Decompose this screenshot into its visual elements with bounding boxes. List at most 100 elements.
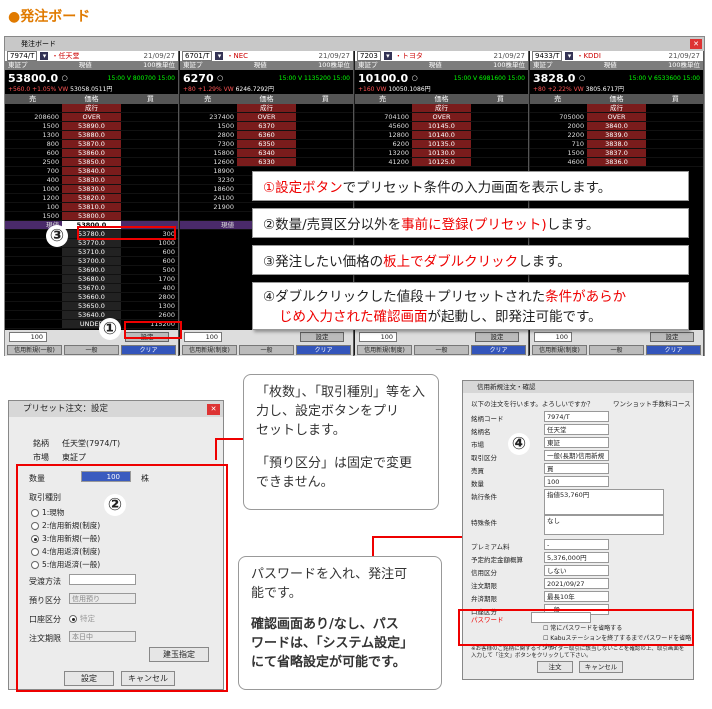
step-3-marker: ③ — [46, 225, 68, 247]
board-row[interactable]: 2800 6360 — [180, 131, 353, 140]
board-row[interactable]: 53670.0 400 — [5, 284, 178, 293]
board-row[interactable]: 1500 6370 — [180, 122, 353, 131]
price-suffix: ○ — [578, 74, 586, 82]
dialog-titlebar: プリセット注文：設定 ✕ — [9, 401, 223, 417]
board-row[interactable]: 1000 53830.0 — [5, 185, 178, 194]
chevron-down-icon[interactable]: ▾ — [215, 52, 224, 60]
field-value: 2021/09/27 — [544, 578, 609, 589]
board-row[interactable]: 成行 — [530, 104, 703, 113]
account-type-button[interactable]: 一般 — [589, 345, 644, 355]
row-special: 特殊条件 なし — [471, 515, 683, 535]
board-row[interactable]: 1500 53890.0 — [5, 122, 178, 131]
close-icon[interactable]: ✕ — [207, 404, 220, 415]
board-row[interactable]: 53770.0 1000 — [5, 239, 178, 248]
note-line: 「枚数」、「取引種別」等を入 — [256, 385, 426, 400]
board-row[interactable]: 41200 10125.0 — [355, 158, 528, 167]
code-field[interactable]: 6701/T — [182, 51, 213, 61]
chevron-down-icon[interactable]: ▾ — [565, 52, 574, 60]
chevron-down-icon[interactable]: ▾ — [40, 52, 49, 60]
clear-button[interactable]: クリア — [121, 345, 176, 355]
connector-line — [215, 438, 217, 460]
trade-type-button[interactable]: 信用新規(制度) — [182, 345, 237, 355]
unit: 100株単位 — [143, 61, 175, 69]
board-row[interactable]: 1300 53880.0 — [5, 131, 178, 140]
panel-header: 7203 ▾ ・トヨタ 21/09/27 — [355, 51, 528, 61]
label-code: 銘柄 — [33, 439, 49, 448]
board-row[interactable]: 15800 6340 — [180, 149, 353, 158]
market: 東証プ — [8, 61, 28, 69]
board-row[interactable]: 6200 10135.0 — [355, 140, 528, 149]
board-row[interactable]: 53700.0 600 — [5, 257, 178, 266]
confirm-row: 銘柄コード 7974/T — [471, 411, 683, 424]
clear-button[interactable]: クリア — [296, 345, 351, 355]
chevron-down-icon[interactable]: ▾ — [383, 52, 392, 60]
board-row[interactable]: 237400 OVER — [180, 113, 353, 122]
board-row[interactable]: 208600 OVER — [5, 113, 178, 122]
board-row[interactable]: 705000 OVER — [530, 113, 703, 122]
clear-button[interactable]: クリア — [646, 345, 701, 355]
highlight-password-area — [458, 609, 694, 646]
board-row[interactable]: 13200 10130.0 — [355, 149, 528, 158]
board-row[interactable]: 53660.0 2800 — [5, 293, 178, 302]
board-row[interactable]: 53710.0 600 — [5, 248, 178, 257]
panel-header: 7974/T ▾ ・任天堂 21/09/27 — [5, 51, 178, 61]
board-row[interactable]: 4600 3836.0 — [530, 158, 703, 167]
trade-type-button[interactable]: 信用新規(一般) — [7, 345, 62, 355]
account-type-button[interactable]: 一般 — [414, 345, 469, 355]
board-row[interactable]: 成行 — [5, 104, 178, 113]
settings-button[interactable]: 設定 — [475, 332, 519, 342]
board-row[interactable]: 600 53860.0 — [5, 149, 178, 158]
clear-button[interactable]: クリア — [471, 345, 526, 355]
quantity-stepper[interactable]: 100 — [359, 332, 397, 342]
market: 東証プ — [358, 61, 378, 69]
close-icon[interactable]: ✕ — [690, 39, 702, 49]
commission-course: ワンショット手数料コース — [613, 400, 691, 408]
highlight-price-row — [77, 226, 176, 240]
board-row[interactable]: 53640.0 2600 — [5, 311, 178, 320]
board-row[interactable]: 704100 OVER — [355, 113, 528, 122]
board-row[interactable]: 400 53830.0 — [5, 176, 178, 185]
board-row[interactable]: 2500 53850.0 — [5, 158, 178, 167]
board-row[interactable]: 成行 — [180, 104, 353, 113]
code-field[interactable]: 7203 — [357, 51, 381, 61]
code-field[interactable]: 9433/T — [532, 51, 563, 61]
order-button[interactable]: 注文 — [537, 661, 573, 673]
board-row[interactable]: 7300 6350 — [180, 140, 353, 149]
code-field[interactable]: 7974/T — [7, 51, 38, 61]
market: 東証プ — [533, 61, 553, 69]
board-row[interactable]: 12800 10140.0 — [355, 131, 528, 140]
cancel-button[interactable]: キャンセル — [579, 661, 623, 673]
board-row[interactable]: 710 3838.0 — [530, 140, 703, 149]
board-row[interactable]: 700 53840.0 — [5, 167, 178, 176]
board-row[interactable]: 成行 — [355, 104, 528, 113]
trade-type-button[interactable]: 信用新規(制度) — [357, 345, 412, 355]
note-preset: 「枚数」、「取引種別」等を入 力し、設定ボタンをプリ セットします。 「預り区分… — [243, 374, 439, 510]
board-row[interactable]: 2000 3840.0 — [530, 122, 703, 131]
board-row[interactable]: 45600 10145.0 — [355, 122, 528, 131]
board-row[interactable]: 2200 3839.0 — [530, 131, 703, 140]
board-row[interactable]: 1200 53820.0 — [5, 194, 178, 203]
board-row[interactable]: 100 53810.0 — [5, 203, 178, 212]
field-value: - — [544, 539, 609, 550]
board-row[interactable]: 12600 6330 — [180, 158, 353, 167]
confirm-row: 執行条件 指値53,760円 — [471, 489, 683, 515]
board-row[interactable]: 53650.0 1300 — [5, 302, 178, 311]
board-row[interactable]: 800 53870.0 — [5, 140, 178, 149]
account-type-button[interactable]: 一般 — [239, 345, 294, 355]
board-row[interactable]: 53690.0 500 — [5, 266, 178, 275]
account-type-button[interactable]: 一般 — [64, 345, 119, 355]
price-diff: +80 +2.22% VW 3805.6717円 — [533, 86, 625, 93]
quantity-stepper[interactable]: 100 — [9, 332, 47, 342]
board-row[interactable]: 1500 53800.0 — [5, 212, 178, 221]
dialog-titlebar: 信用新規注文・確認 — [463, 381, 693, 393]
field-value: 買 — [544, 463, 609, 474]
callout-text: ①設定ボタンでプリセット条件の入力画面を表示します。 — [263, 180, 612, 196]
settings-button[interactable]: 設定 — [650, 332, 694, 342]
quantity-stepper[interactable]: 100 — [534, 332, 572, 342]
trade-type-button[interactable]: 信用新規(制度) — [532, 345, 587, 355]
mode: 現値 — [253, 61, 267, 69]
settings-button[interactable]: 設定 — [300, 332, 344, 342]
board-row[interactable]: 53680.0 1700 — [5, 275, 178, 284]
quantity-stepper[interactable]: 100 — [184, 332, 222, 342]
board-row[interactable]: 1500 3837.0 — [530, 149, 703, 158]
